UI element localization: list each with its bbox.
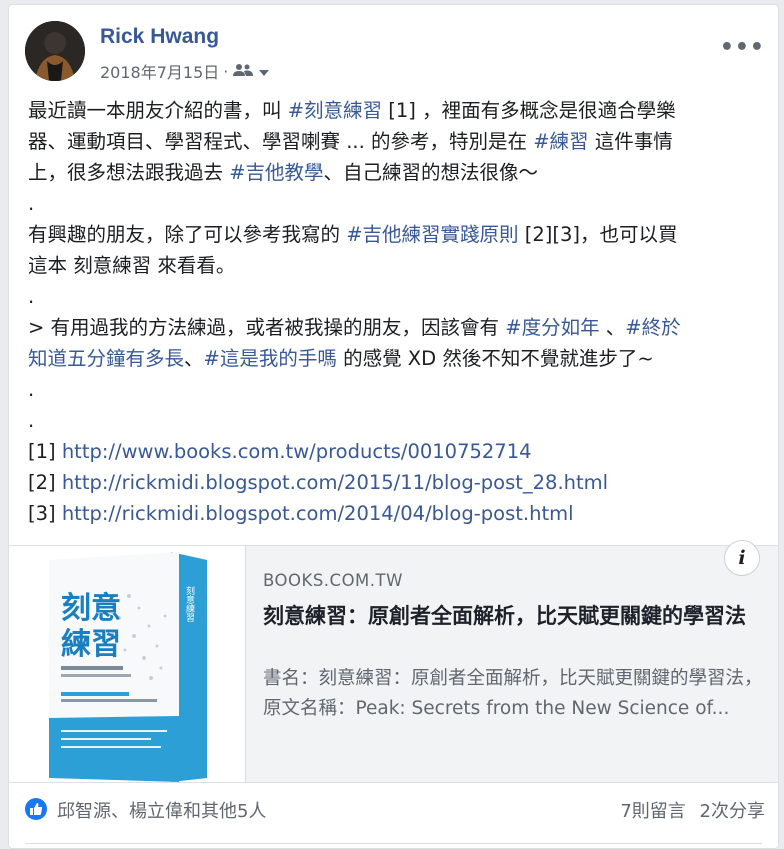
post-text-segment: .: [28, 409, 35, 432]
post-text-line: .: [28, 405, 768, 436]
friends-audience-icon[interactable]: [232, 62, 254, 81]
post-header: Rick Hwang 2018年7月15日 · •••: [25, 21, 765, 85]
divider: [25, 843, 762, 844]
post-text-line: 這本 刻意練習 來看看。: [28, 250, 768, 281]
preview-title[interactable]: 刻意練習：原創者全面解析，比天賦更關鍵的學習法: [263, 602, 753, 631]
post-text-segment: .: [28, 378, 35, 401]
cover-spine-title: 刻意練習: [184, 585, 195, 623]
post-text-line: .: [28, 281, 768, 312]
post-text-segment: .: [28, 192, 35, 215]
preview-domain: BOOKS.COM.TW: [263, 571, 403, 590]
avatar[interactable]: [25, 21, 85, 81]
reference-link[interactable]: http://rickmidi.blogspot.com/2015/11/blo…: [62, 471, 608, 494]
post-text: 最近讀一本朋友介紹的書，叫 #刻意練習 [1] ，裡面有多概念是很適合學樂 器、運…: [28, 95, 768, 529]
reference-link[interactable]: http://rickmidi.blogspot.com/2014/04/blo…: [62, 502, 574, 525]
post-card: Rick Hwang 2018年7月15日 · ••• 最近讀一本朋友介紹的書，…: [8, 4, 779, 849]
post-text-segment: 有興趣的朋友，除了可以參考我寫的: [28, 223, 347, 246]
info-icon[interactable]: i: [724, 540, 760, 576]
post-text-segment: [1]: [28, 440, 62, 463]
comments-count[interactable]: 7則留言: [620, 801, 685, 822]
post-text-segment: 器、運動項目、學習程式、學習喇賽 ... 的參考，特別是在: [28, 130, 534, 153]
post-text-segment: [1] ，裡面有多概念是很適合學樂: [382, 99, 676, 122]
post-text-line: .: [28, 374, 768, 405]
post-text-line: .: [28, 188, 768, 219]
post-text-segment: [3]: [28, 502, 62, 525]
preview-description: 書名：刻意練習：原創者全面解析，比天賦更關鍵的學習法，原文名稱：Peak: Se…: [263, 668, 763, 719]
post-text-line: [3] http://rickmidi.blogspot.com/2014/04…: [28, 498, 768, 529]
book-cover-image[interactable]: 刻意 練習 刻意練習: [9, 546, 246, 782]
post-text-segment: 最近讀一本朋友介紹的書，叫: [28, 99, 288, 122]
preview-info[interactable]: BOOKS.COM.TW 刻意練習：原創者全面解析，比天賦更關鍵的學習法 書名：…: [246, 540, 778, 782]
post-text-segment: 、: [184, 347, 204, 370]
post-text-line: [2] http://rickmidi.blogspot.com/2015/11…: [28, 467, 768, 498]
post-text-segment: .: [28, 285, 35, 308]
reference-link[interactable]: http://www.books.com.tw/products/0010752…: [62, 440, 532, 463]
post-text-line: 上，很多想法跟我過去 #吉他教學、自己練習的想法很像～: [28, 157, 768, 188]
link-preview[interactable]: 刻意 練習 刻意練習 BOOKS.COM.TW 刻意練習：原創者全面解析，比天賦…: [9, 540, 778, 783]
post-text-segment: 上，很多想法跟我過去: [28, 161, 230, 184]
post-text-segment: > 有用過我的方法練過，或者被我操的朋友，因該會有: [28, 316, 506, 339]
post-text-segment: 這件事情: [588, 130, 673, 153]
cover-title-line1: 刻意: [61, 591, 121, 626]
post-text-segment: [2][3]，也可以買: [518, 223, 678, 246]
hashtag-link[interactable]: #練習: [533, 130, 588, 153]
post-text-segment: [2]: [28, 471, 62, 494]
post-text-segment: 、: [599, 316, 626, 339]
post-text-line: 有興趣的朋友，除了可以參考我寫的 #吉他練習實踐原則 [2][3]，也可以買: [28, 219, 768, 250]
hashtag-link[interactable]: #度分如年: [505, 316, 599, 339]
post-text-line: 知道五分鐘有多長、#這是我的手嗎 的感覺 XD 然後不知不覺就進步了~: [28, 343, 768, 374]
post-text-line: 最近讀一本朋友介紹的書，叫 #刻意練習 [1] ，裡面有多概念是很適合學樂: [28, 95, 768, 126]
cover-title-line2: 練習: [61, 627, 121, 662]
post-text-segment: 、自己練習的想法很像～: [323, 161, 539, 184]
hashtag-link[interactable]: #吉他教學: [229, 161, 323, 184]
hashtag-link[interactable]: #刻意練習: [288, 99, 382, 122]
post-footer: 邱智源、楊立偉和其他5人 7則留言 2次分享: [25, 795, 765, 825]
more-options-icon[interactable]: •••: [720, 35, 765, 60]
post-text-line: 器、運動項目、學習程式、學習喇賽 ... 的參考，特別是在 #練習 這件事情: [28, 126, 768, 157]
hashtag-link[interactable]: #終於: [625, 316, 680, 339]
like-reaction-icon[interactable]: [25, 798, 47, 820]
hashtag-link[interactable]: #這是我的手嗎: [204, 347, 337, 370]
hashtag-link[interactable]: 知道五分鐘有多長: [28, 347, 184, 370]
post-date[interactable]: 2018年7月15日: [100, 59, 219, 83]
post-stats: 7則留言 2次分享: [612, 797, 765, 823]
shares-count[interactable]: 2次分享: [700, 801, 765, 822]
meta-separator: ·: [223, 61, 229, 81]
post-text-segment: 這本 刻意練習 來看看。: [28, 254, 236, 277]
post-text-line: > 有用過我的方法練過，或者被我操的朋友，因該會有 #度分如年 、#終於: [28, 312, 768, 343]
hashtag-link[interactable]: #吉他練習實踐原則: [346, 223, 518, 246]
post-text-line: [1] http://www.books.com.tw/products/001…: [28, 436, 768, 467]
reaction-names[interactable]: 邱智源、楊立偉和其他5人: [57, 797, 266, 823]
author-name[interactable]: Rick Hwang: [100, 25, 219, 49]
post-meta: 2018年7月15日 ·: [100, 59, 270, 83]
post-text-segment: 的感覺 XD 然後不知不覺就進步了~: [336, 347, 654, 370]
chevron-down-icon[interactable]: [258, 62, 270, 81]
